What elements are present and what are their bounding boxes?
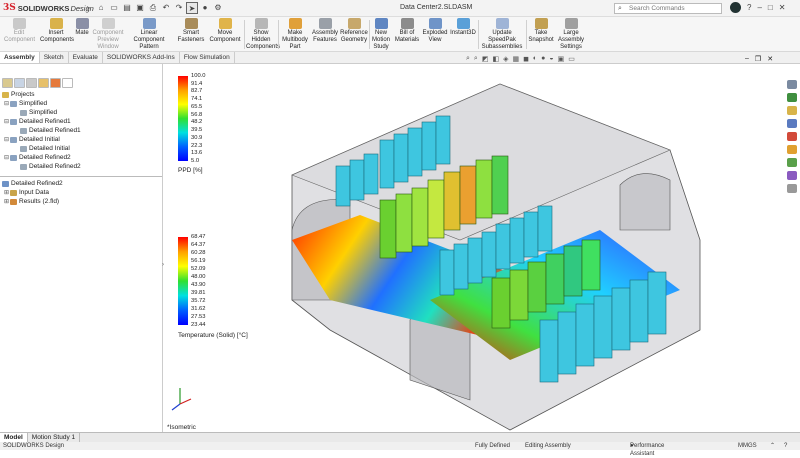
task-pane-tabs bbox=[785, 80, 799, 197]
server-rack bbox=[439, 249, 455, 296]
file-explorer-icon[interactable] bbox=[787, 106, 797, 115]
custom-properties-icon[interactable] bbox=[787, 145, 797, 154]
server-rack bbox=[411, 187, 429, 247]
flow-simulation-icon[interactable] bbox=[787, 171, 797, 180]
status-mode: Editing Assembly bbox=[525, 443, 571, 449]
server-rack bbox=[509, 217, 525, 264]
resources-icon[interactable] bbox=[787, 80, 797, 89]
view-orientation-label: *Isometric bbox=[167, 424, 196, 431]
server-rack bbox=[335, 165, 351, 207]
server-rack bbox=[349, 159, 365, 201]
server-rack bbox=[363, 153, 379, 195]
server-rack bbox=[459, 165, 477, 225]
status-definition: Fully Defined bbox=[475, 443, 511, 449]
server-rack bbox=[593, 295, 613, 359]
server-rack bbox=[557, 311, 577, 375]
server-rack bbox=[379, 139, 395, 189]
server-rack bbox=[491, 155, 509, 215]
collaboration-icon[interactable] bbox=[787, 184, 797, 193]
triad-z-axis bbox=[171, 403, 181, 411]
server-rack bbox=[509, 269, 529, 321]
server-rack bbox=[545, 253, 565, 305]
status-chevron-icon[interactable]: ⌃ bbox=[770, 442, 775, 450]
server-rack bbox=[537, 205, 553, 252]
tab-motion-study[interactable]: Motion Study 1 bbox=[28, 433, 81, 442]
status-units[interactable]: MMGS bbox=[738, 442, 757, 450]
server-rack bbox=[527, 261, 547, 313]
status-bar: SOLIDWORKS Design Fully Defined Editing … bbox=[0, 442, 800, 457]
solidworks-forum-icon[interactable] bbox=[787, 158, 797, 167]
server-rack bbox=[495, 223, 511, 270]
appearances-icon[interactable] bbox=[787, 132, 797, 141]
status-app-name: SOLIDWORKS Design bbox=[3, 443, 65, 449]
server-rack bbox=[395, 193, 413, 253]
server-rack bbox=[481, 231, 497, 278]
server-rack bbox=[581, 239, 601, 291]
model-viewport[interactable] bbox=[0, 0, 800, 450]
tab-model[interactable]: Model bbox=[0, 433, 28, 442]
server-rack bbox=[453, 243, 469, 290]
server-rack bbox=[379, 199, 397, 259]
triad-x-axis bbox=[179, 398, 192, 405]
server-rack bbox=[647, 271, 667, 335]
server-rack bbox=[427, 179, 445, 239]
server-rack bbox=[467, 237, 483, 284]
server-rack bbox=[523, 211, 539, 258]
server-rack bbox=[475, 159, 493, 219]
server-rack bbox=[563, 245, 583, 297]
bottom-tabs: Model Motion Study 1 bbox=[0, 432, 800, 442]
server-rack bbox=[435, 115, 451, 165]
right-duct bbox=[619, 173, 671, 231]
server-rack bbox=[629, 279, 649, 343]
server-rack bbox=[393, 133, 409, 183]
server-rack bbox=[491, 277, 511, 329]
server-rack bbox=[611, 287, 631, 351]
design-library-icon[interactable] bbox=[787, 93, 797, 102]
server-rack bbox=[421, 121, 437, 171]
status-help-icon[interactable]: ? bbox=[784, 442, 787, 450]
server-rack bbox=[443, 171, 461, 231]
server-rack bbox=[407, 127, 423, 177]
server-rack bbox=[575, 303, 595, 367]
view-palette-icon[interactable] bbox=[787, 119, 797, 128]
server-rack bbox=[539, 319, 559, 383]
